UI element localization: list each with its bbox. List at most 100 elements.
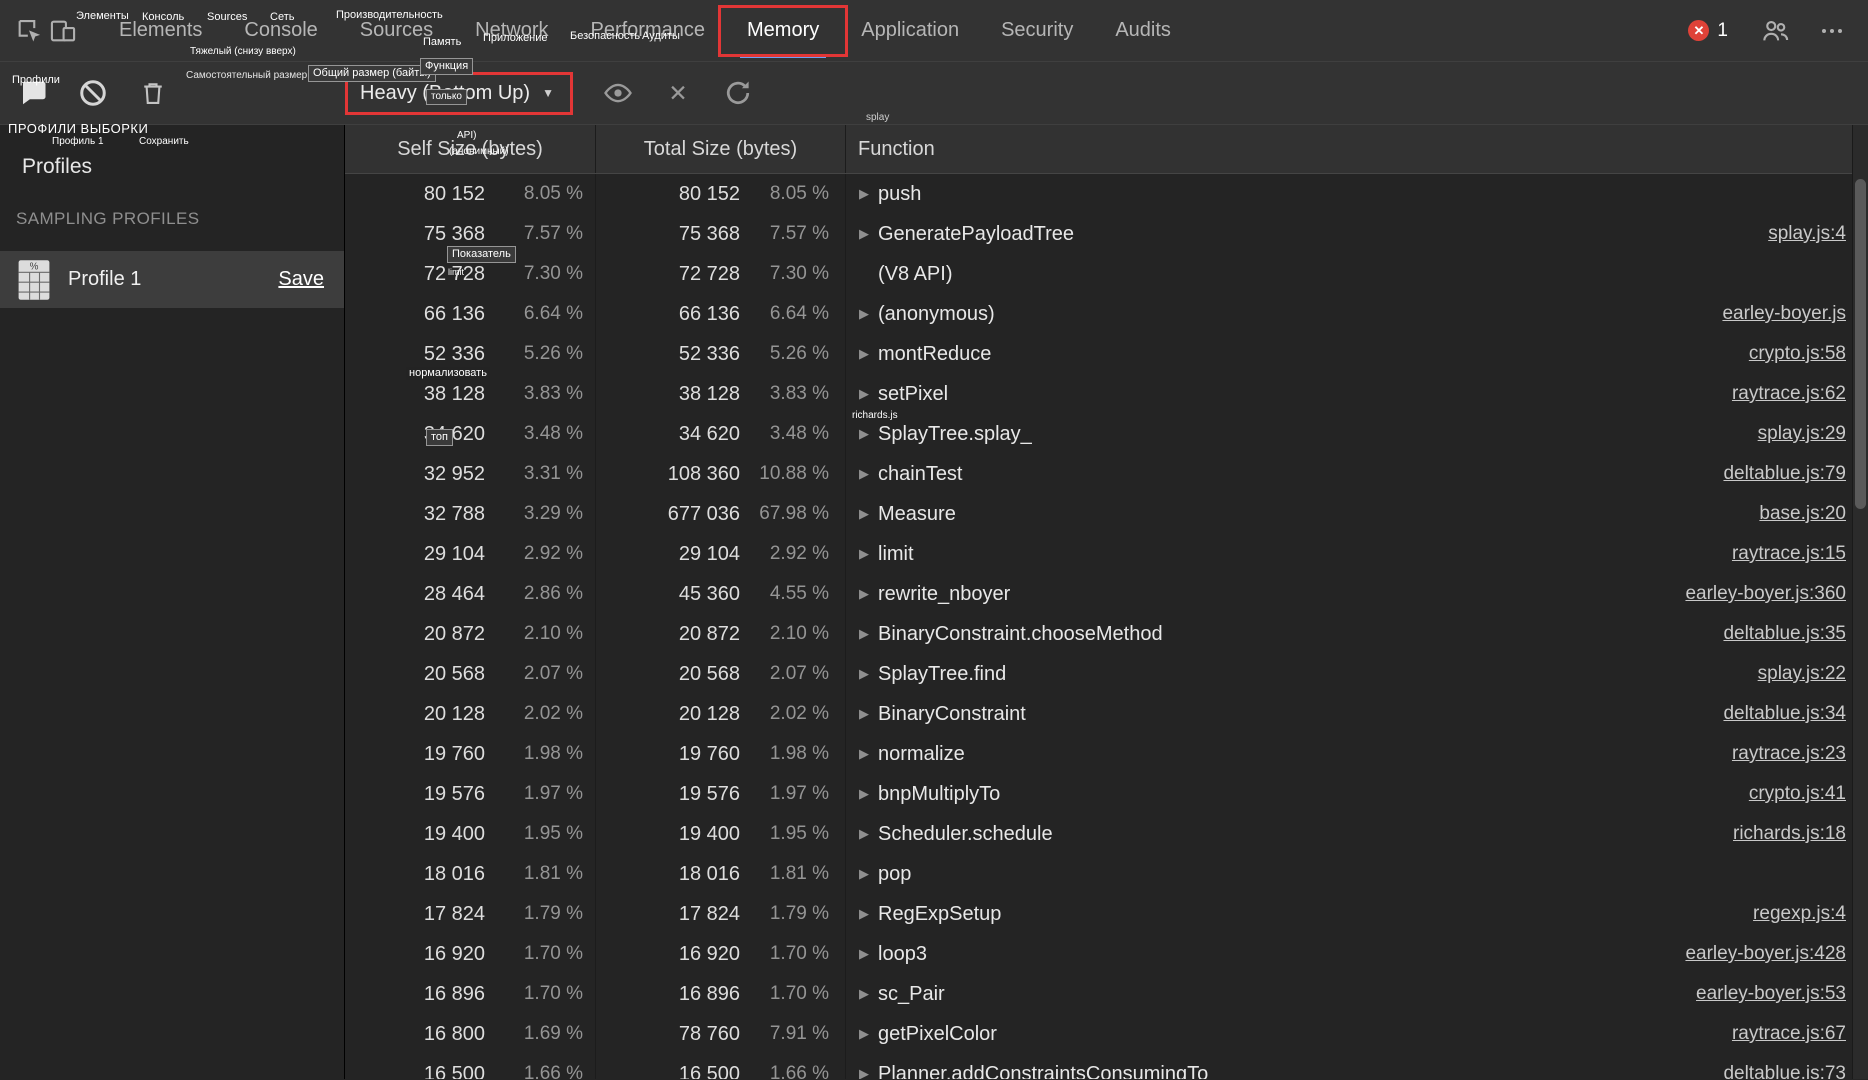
inspect-element-icon[interactable] bbox=[12, 14, 46, 48]
table-row[interactable]: 38 128 3.83 % 38 128 3.83 % ▶ setPixel r… bbox=[345, 374, 1852, 414]
disclosure-triangle-icon[interactable]: ▶ bbox=[854, 386, 874, 402]
table-row[interactable]: 34 620 3.48 % 34 620 3.48 % ▶ SplayTree.… bbox=[345, 414, 1852, 454]
table-row[interactable]: 16 896 1.70 % 16 896 1.70 % ▶ sc_Pair ea… bbox=[345, 974, 1852, 1014]
disclosure-triangle-icon[interactable]: ▶ bbox=[854, 906, 874, 922]
disclosure-triangle-icon[interactable]: ▶ bbox=[854, 826, 874, 842]
inspect-element-glyph bbox=[18, 19, 41, 41]
clear-profiles-icon[interactable] bbox=[76, 76, 110, 110]
table-row[interactable]: 20 568 2.07 % 20 568 2.07 % ▶ SplayTree.… bbox=[345, 654, 1852, 694]
tab-audits[interactable]: Audits bbox=[1094, 0, 1192, 62]
source-link[interactable]: deltablue.js:79 bbox=[1703, 463, 1846, 485]
tab-security[interactable]: Security bbox=[980, 0, 1094, 62]
vertical-scrollbar[interactable] bbox=[1852, 125, 1868, 1079]
disclosure-triangle-icon[interactable]: ▶ bbox=[854, 786, 874, 802]
table-row[interactable]: 19 400 1.95 % 19 400 1.95 % ▶ Scheduler.… bbox=[345, 814, 1852, 854]
table-row[interactable]: 20 872 2.10 % 20 872 2.10 % ▶ BinaryCons… bbox=[345, 614, 1852, 654]
source-link[interactable]: raytrace.js:15 bbox=[1712, 543, 1846, 565]
disclosure-triangle-icon[interactable]: ▶ bbox=[854, 426, 874, 442]
source-link[interactable]: base.js:20 bbox=[1739, 503, 1846, 525]
disclosure-triangle-icon[interactable]: ▶ bbox=[854, 226, 874, 242]
table-row[interactable]: 72 728 7.30 % 72 728 7.30 % ▶ (V8 API) bbox=[345, 254, 1852, 294]
refresh-icon[interactable] bbox=[723, 78, 753, 108]
disclosure-triangle-icon[interactable]: ▶ bbox=[854, 706, 874, 722]
source-link[interactable]: earley-boyer.js:428 bbox=[1665, 943, 1846, 965]
self-size-percent: 1.66 % bbox=[523, 1063, 583, 1079]
tab-memory[interactable]: Memory bbox=[718, 0, 849, 62]
tab-sources[interactable]: Sources bbox=[339, 0, 454, 62]
tab-application[interactable]: Application bbox=[840, 0, 980, 62]
total-size-cell: 20 128 2.02 % bbox=[595, 694, 845, 734]
disclosure-triangle-icon[interactable]: ▶ bbox=[854, 1066, 874, 1079]
source-link[interactable]: splay.js:22 bbox=[1738, 663, 1846, 685]
table-row[interactable]: 32 952 3.31 % 108 360 10.88 % ▶ chainTes… bbox=[345, 454, 1852, 494]
source-link[interactable]: crypto.js:58 bbox=[1729, 343, 1846, 365]
disclosure-triangle-icon[interactable]: ▶ bbox=[854, 1026, 874, 1042]
profile-item[interactable]: % Profile 1 Save bbox=[0, 251, 344, 308]
disclosure-triangle-icon[interactable]: ▶ bbox=[854, 186, 874, 202]
column-header-self-size[interactable]: Self Size (bytes) bbox=[345, 125, 595, 173]
self-size-percent: 1.97 % bbox=[523, 783, 583, 804]
table-row[interactable]: 19 576 1.97 % 19 576 1.97 % ▶ bnpMultipl… bbox=[345, 774, 1852, 814]
table-row[interactable]: 19 760 1.98 % 19 760 1.98 % ▶ normalize … bbox=[345, 734, 1852, 774]
disclosure-triangle-icon[interactable]: ▶ bbox=[854, 506, 874, 522]
column-header-total-size[interactable]: Total Size (bytes) bbox=[595, 125, 845, 173]
table-row[interactable]: 32 788 3.29 % 677 036 67.98 % ▶ Measure … bbox=[345, 494, 1852, 534]
table-row[interactable]: 29 104 2.92 % 29 104 2.92 % ▶ limit rayt… bbox=[345, 534, 1852, 574]
source-link[interactable]: raytrace.js:67 bbox=[1712, 1023, 1846, 1045]
table-row[interactable]: 52 336 5.26 % 52 336 5.26 % ▶ montReduce… bbox=[345, 334, 1852, 374]
scrollbar-thumb[interactable] bbox=[1855, 179, 1866, 509]
table-row[interactable]: 80 152 8.05 % 80 152 8.05 % ▶ push bbox=[345, 174, 1852, 214]
source-link[interactable]: deltablue.js:34 bbox=[1703, 703, 1846, 725]
profiles-bubble-icon[interactable] bbox=[16, 76, 50, 110]
profile-view-select[interactable]: Heavy (Bottom Up) ▼ bbox=[360, 82, 554, 105]
more-menu-icon[interactable] bbox=[1822, 28, 1842, 33]
error-badge[interactable]: ✕ 1 bbox=[1688, 20, 1728, 42]
tab-performance[interactable]: Performance bbox=[570, 0, 727, 62]
source-link[interactable]: earley-boyer.js bbox=[1702, 303, 1846, 325]
device-toolbar-icon[interactable] bbox=[46, 14, 80, 48]
source-link[interactable]: raytrace.js:62 bbox=[1712, 383, 1846, 405]
disclosure-triangle-icon[interactable]: ▶ bbox=[854, 306, 874, 322]
tab-network[interactable]: Network bbox=[454, 0, 569, 62]
table-row[interactable]: 16 920 1.70 % 16 920 1.70 % ▶ loop3 earl… bbox=[345, 934, 1852, 974]
disclosure-triangle-icon[interactable]: ▶ bbox=[854, 946, 874, 962]
total-size-value: 45 360 bbox=[678, 582, 740, 605]
source-link[interactable]: deltablue.js:35 bbox=[1703, 623, 1846, 645]
disclosure-triangle-icon[interactable]: ▶ bbox=[854, 586, 874, 602]
source-link[interactable]: crypto.js:41 bbox=[1729, 783, 1846, 805]
source-link[interactable]: richards.js:18 bbox=[1713, 823, 1846, 845]
self-size-percent: 2.86 % bbox=[523, 583, 583, 604]
eye-icon[interactable] bbox=[603, 78, 633, 108]
table-row[interactable]: 17 824 1.79 % 17 824 1.79 % ▶ RegExpSetu… bbox=[345, 894, 1852, 934]
disclosure-triangle-icon[interactable]: ▶ bbox=[854, 346, 874, 362]
disclosure-triangle-icon[interactable]: ▶ bbox=[854, 866, 874, 882]
tab-elements[interactable]: Elements bbox=[98, 0, 223, 62]
tab-console[interactable]: Console bbox=[223, 0, 338, 62]
table-row[interactable]: 16 500 1.66 % 16 500 1.66 % ▶ Planner.ad… bbox=[345, 1054, 1852, 1079]
column-header-function[interactable]: Function bbox=[845, 125, 1852, 173]
source-link[interactable]: regexp.js:4 bbox=[1733, 903, 1846, 925]
table-row[interactable]: 18 016 1.81 % 18 016 1.81 % ▶ pop bbox=[345, 854, 1852, 894]
source-link[interactable]: raytrace.js:23 bbox=[1712, 743, 1846, 765]
source-link[interactable]: earley-boyer.js:360 bbox=[1665, 583, 1846, 605]
disclosure-triangle-icon[interactable]: ▶ bbox=[854, 546, 874, 562]
disclosure-triangle-icon[interactable]: ▶ bbox=[854, 466, 874, 482]
table-row[interactable]: 16 800 1.69 % 78 760 7.91 % ▶ getPixelCo… bbox=[345, 1014, 1852, 1054]
table-row[interactable]: 28 464 2.86 % 45 360 4.55 % ▶ rewrite_nb… bbox=[345, 574, 1852, 614]
source-link[interactable]: earley-boyer.js:53 bbox=[1676, 983, 1846, 1005]
disclosure-triangle-icon[interactable]: ▶ bbox=[854, 626, 874, 642]
trash-icon[interactable] bbox=[136, 76, 170, 110]
source-link[interactable]: deltablue.js:73 bbox=[1703, 1063, 1846, 1079]
table-row[interactable]: 20 128 2.02 % 20 128 2.02 % ▶ BinaryCons… bbox=[345, 694, 1852, 734]
disclosure-triangle-icon[interactable]: ▶ bbox=[854, 986, 874, 1002]
disclosure-triangle-icon[interactable]: ▶ bbox=[854, 666, 874, 682]
close-icon[interactable]: ✕ bbox=[663, 78, 693, 108]
save-link[interactable]: Save bbox=[278, 268, 324, 291]
table-row[interactable]: 75 368 7.57 % 75 368 7.57 % ▶ GeneratePa… bbox=[345, 214, 1852, 254]
source-link[interactable]: splay.js:4 bbox=[1748, 223, 1846, 245]
table-row[interactable]: 66 136 6.64 % 66 136 6.64 % ▶ (anonymous… bbox=[345, 294, 1852, 334]
disclosure-triangle-icon[interactable]: ▶ bbox=[854, 746, 874, 762]
source-link[interactable]: splay.js:29 bbox=[1738, 423, 1846, 445]
self-size-cell: 28 464 2.86 % bbox=[345, 574, 595, 614]
people-icon[interactable] bbox=[1758, 14, 1792, 48]
